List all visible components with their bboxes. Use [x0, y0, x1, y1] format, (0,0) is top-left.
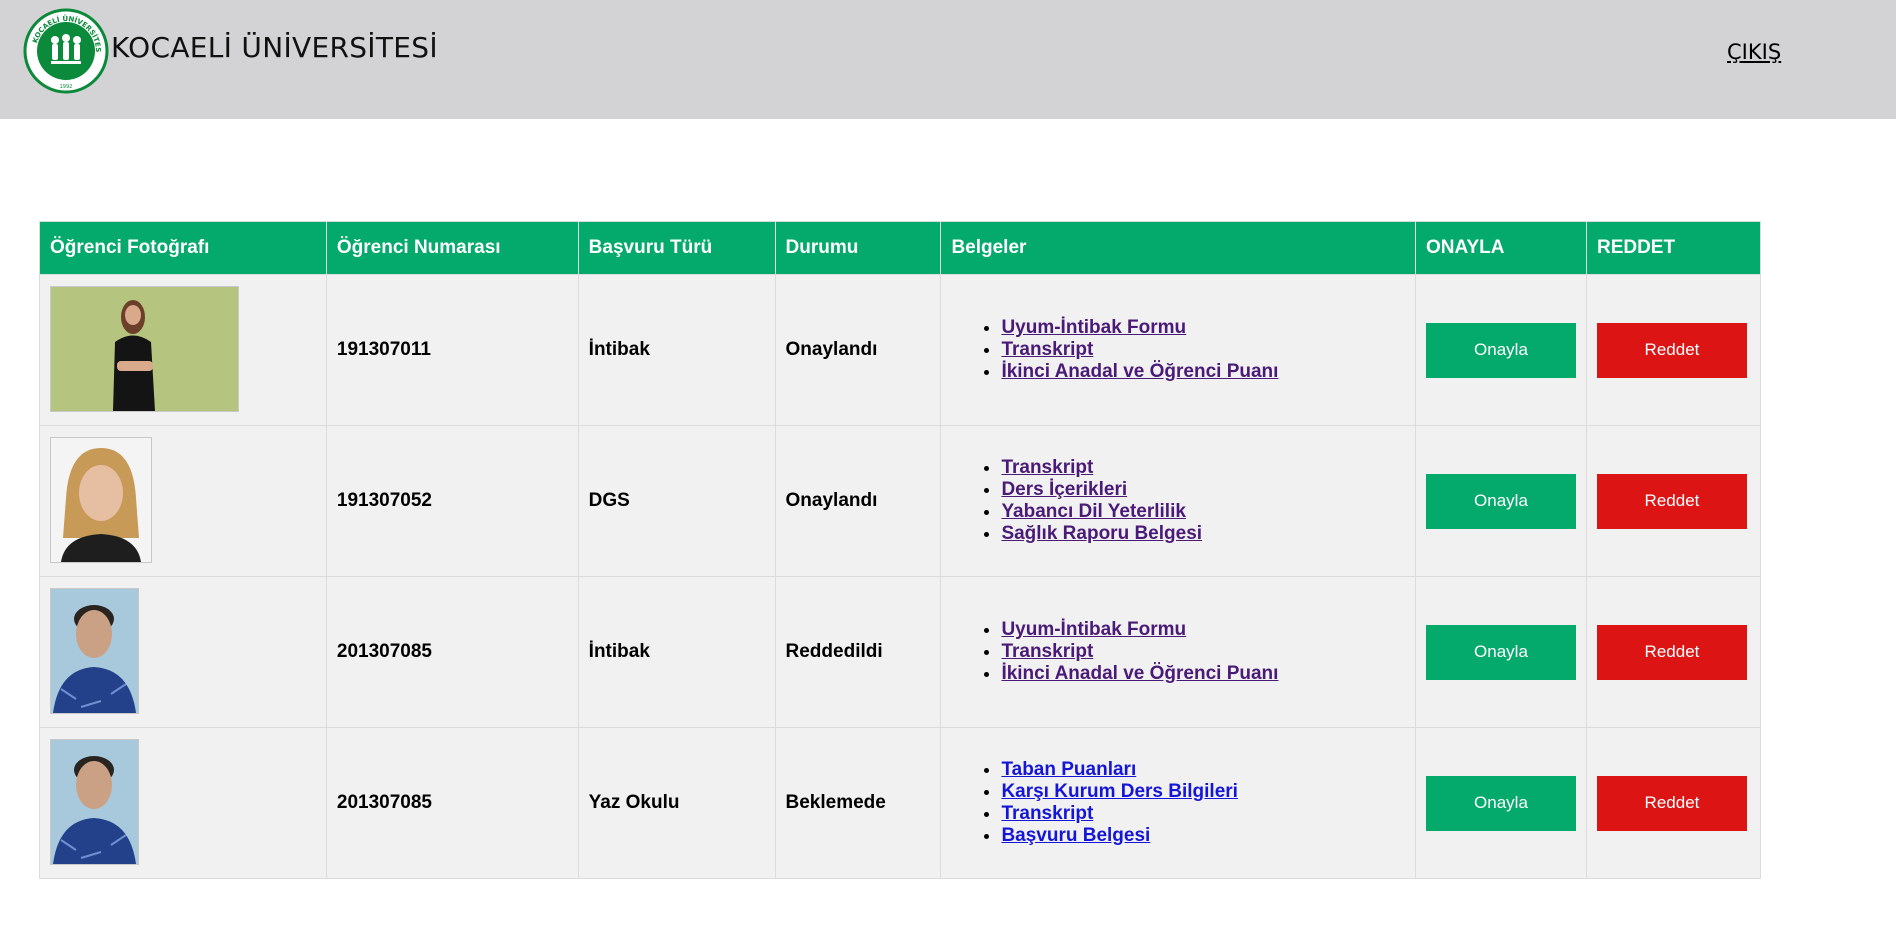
- svg-text:1992: 1992: [60, 84, 73, 90]
- student-photo: [50, 437, 152, 563]
- list-item: Yabancı Dil Yeterlilik: [1001, 501, 1405, 523]
- column-header-reject: REDDET: [1585, 221, 1762, 275]
- document-link[interactable]: Yabancı Dil Yeterlilik: [1001, 501, 1185, 522]
- column-header-photo: Öğrenci Fotoğrafı: [39, 221, 327, 275]
- column-header-status: Durumu: [774, 221, 942, 275]
- university-logo: KOCAELİ ÜNİVERSİTESİ 1992: [23, 8, 109, 94]
- column-header-documents: Belgeler: [940, 221, 1416, 275]
- document-link[interactable]: İkinci Anadal ve Öğrenci Puanı: [1001, 361, 1278, 382]
- student-photo: [50, 286, 239, 412]
- list-item: İkinci Anadal ve Öğrenci Puanı: [1001, 663, 1405, 685]
- column-header-type: Başvuru Türü: [577, 221, 776, 275]
- application-type: DGS: [577, 425, 776, 577]
- application-type: İntibak: [577, 274, 776, 426]
- table-row: 201307085 İntibak Reddedildi Uyum-İntiba…: [39, 576, 1762, 728]
- applications-table: Öğrenci Fotoğrafı Öğrenci Numarası Başvu…: [39, 221, 1762, 879]
- reject-button[interactable]: Reddet: [1596, 775, 1747, 831]
- document-link[interactable]: Transkript: [1001, 803, 1093, 824]
- student-number: 201307085: [325, 576, 579, 728]
- university-name: KOCAELİ ÜNİVERSİTESİ: [111, 31, 438, 64]
- document-link[interactable]: Uyum-İntibak Formu: [1001, 619, 1186, 640]
- document-link[interactable]: Taban Puanları: [1001, 759, 1136, 780]
- document-link[interactable]: İkinci Anadal ve Öğrenci Puanı: [1001, 663, 1278, 684]
- list-item: İkinci Anadal ve Öğrenci Puanı: [1001, 361, 1405, 383]
- approve-button[interactable]: Onayla: [1425, 624, 1576, 680]
- student-number: 201307085: [325, 727, 579, 879]
- list-item: Sağlık Raporu Belgesi: [1001, 523, 1405, 545]
- approve-button[interactable]: Onayla: [1425, 322, 1576, 378]
- approve-button[interactable]: Onayla: [1425, 775, 1576, 831]
- document-list: Taban Puanları Karşı Kurum Ders Bilgiler…: [951, 759, 1405, 847]
- document-link[interactable]: Transkript: [1001, 457, 1093, 478]
- logout-link[interactable]: ÇIKIŞ: [1727, 40, 1781, 64]
- application-type: Yaz Okulu: [577, 727, 776, 879]
- document-list: Uyum-İntibak Formu Transkript İkinci Ana…: [951, 317, 1405, 383]
- application-status: Onaylandı: [774, 425, 942, 577]
- student-photo: [50, 739, 139, 865]
- list-item: Uyum-İntibak Formu: [1001, 317, 1405, 339]
- list-item: Karşı Kurum Ders Bilgileri: [1001, 781, 1405, 803]
- document-list: Uyum-İntibak Formu Transkript İkinci Ana…: [951, 619, 1405, 685]
- list-item: Başvuru Belgesi: [1001, 825, 1405, 847]
- application-status: Beklemede: [774, 727, 942, 879]
- table-row: 201307085 Yaz Okulu Beklemede Taban Puan…: [39, 727, 1762, 879]
- column-header-approve: ONAYLA: [1414, 221, 1587, 275]
- reject-button[interactable]: Reddet: [1596, 624, 1747, 680]
- document-link[interactable]: Uyum-İntibak Formu: [1001, 317, 1186, 338]
- list-item: Transkript: [1001, 641, 1405, 663]
- list-item: Ders İçerikleri: [1001, 479, 1405, 501]
- document-link[interactable]: Transkript: [1001, 641, 1093, 662]
- table-row: 191307052 DGS Onaylandı Transkript Ders …: [39, 425, 1762, 577]
- column-header-student-no: Öğrenci Numarası: [325, 221, 579, 275]
- reject-button[interactable]: Reddet: [1596, 322, 1747, 378]
- document-link[interactable]: Transkript: [1001, 339, 1093, 360]
- list-item: Transkript: [1001, 457, 1405, 479]
- list-item: Taban Puanları: [1001, 759, 1405, 781]
- document-link[interactable]: Ders İçerikleri: [1001, 479, 1127, 500]
- list-item: Transkript: [1001, 803, 1405, 825]
- list-item: Uyum-İntibak Formu: [1001, 619, 1405, 641]
- document-link[interactable]: Sağlık Raporu Belgesi: [1001, 523, 1202, 544]
- table-header-row: Öğrenci Fotoğrafı Öğrenci Numarası Başvu…: [39, 221, 1762, 275]
- application-status: Reddedildi: [774, 576, 942, 728]
- table-row: 191307011 İntibak Onaylandı Uyum-İntibak…: [39, 274, 1762, 426]
- approve-button[interactable]: Onayla: [1425, 473, 1576, 529]
- student-photo: [50, 588, 139, 714]
- student-number: 191307052: [325, 425, 579, 577]
- top-header: KOCAELİ ÜNİVERSİTESİ 1992 KOCAELİ ÜNİVER…: [0, 0, 1896, 119]
- student-number: 191307011: [325, 274, 579, 426]
- application-type: İntibak: [577, 576, 776, 728]
- document-link[interactable]: Karşı Kurum Ders Bilgileri: [1001, 781, 1238, 802]
- reject-button[interactable]: Reddet: [1596, 473, 1747, 529]
- document-link[interactable]: Başvuru Belgesi: [1001, 825, 1150, 846]
- application-status: Onaylandı: [774, 274, 942, 426]
- list-item: Transkript: [1001, 339, 1405, 361]
- document-list: Transkript Ders İçerikleri Yabancı Dil Y…: [951, 457, 1405, 545]
